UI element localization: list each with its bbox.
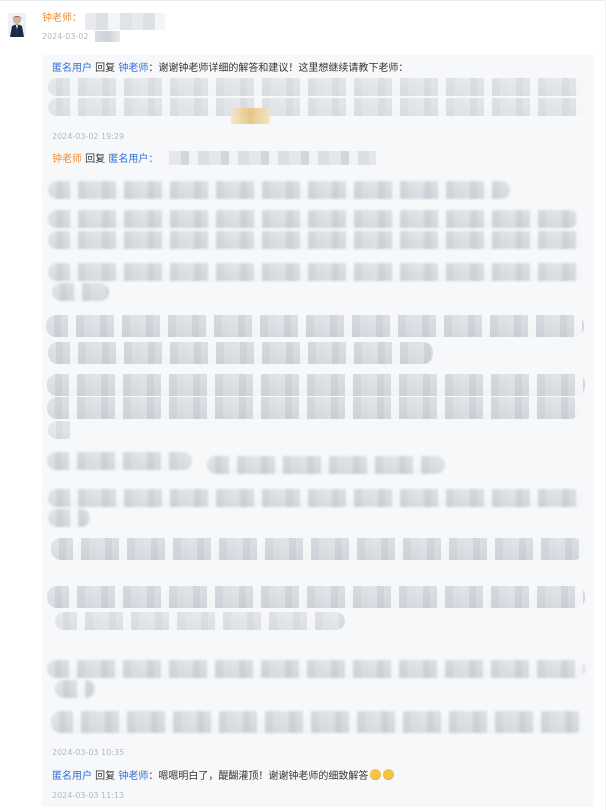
reply-verb: 回复: [92, 63, 119, 74]
redacted-text-row: [48, 421, 75, 439]
redacted-text-row: [48, 98, 584, 116]
redacted-text-row: [55, 612, 345, 630]
redacted-comment-preview: [85, 13, 165, 30]
redacted-text-row: [48, 489, 583, 507]
top-divider: [0, 0, 606, 1]
redacted-text-row: [48, 210, 578, 228]
redacted-text-row: [207, 456, 445, 474]
author-name[interactable]: 钟老师：: [42, 13, 82, 24]
redacted-text-row: [51, 538, 584, 560]
redacted-text-row: [52, 283, 109, 301]
reply-text: ：嗯嗯明白了，醍醐灌顶！谢谢钟老师的细致解答: [148, 771, 369, 782]
reply-verb: 回复: [82, 154, 109, 165]
reply-target[interactable]: 匿名用户：: [108, 154, 158, 165]
redacted-text-row: [47, 660, 585, 678]
redacted-text-row: [47, 397, 580, 419]
redacted-text-row: [47, 374, 585, 396]
reply-line-2: 钟老师 回复 匿名用户：: [52, 153, 158, 167]
reply-text: ：谢谢钟老师详细的解答和建议！这里想继续请教下老师：: [148, 63, 409, 74]
reply-author[interactable]: 匿名用户: [52, 771, 92, 782]
redacted-text-row: [48, 181, 510, 199]
reply-line-3: 匿名用户 回复 钟老师：嗯嗯明白了，醍醐灌顶！谢谢钟老师的细致解答: [52, 769, 395, 784]
redacted-text-row: [48, 231, 583, 249]
redacted-text-row: [46, 315, 584, 337]
redacted-text-row: [48, 78, 584, 96]
teacher-avatar[interactable]: [8, 13, 26, 37]
reply-date: 2024-03-03 11:13: [52, 791, 125, 800]
reply-thread: [42, 55, 594, 807]
redacted-text-row: [48, 342, 433, 364]
smile-emoji-icon: [383, 769, 395, 780]
redacted-text-row: [51, 711, 584, 733]
top-comment-author: 钟老师：: [42, 12, 82, 26]
top-comment-date: 2024-03-02: [42, 32, 89, 41]
reply-date: 2024-03-02 19:29: [52, 132, 125, 141]
reply-author[interactable]: 匿名用户: [52, 63, 92, 74]
smile-emoji-icon: [370, 769, 382, 780]
redacted-text-row: [47, 452, 192, 470]
reply-target[interactable]: 钟老师: [118, 771, 148, 782]
redacted-text-row: [47, 586, 585, 608]
reply-verb: 回复: [92, 771, 119, 782]
redacted-reply-heading: [169, 151, 376, 165]
redacted-time: [95, 31, 120, 42]
reply-author[interactable]: 钟老师: [52, 154, 82, 165]
redacted-highlight: [231, 108, 270, 124]
reply-date: 2024-03-03 10:35: [52, 748, 125, 757]
redacted-text-row: [48, 263, 583, 281]
redacted-text-row: [48, 509, 90, 527]
redacted-text-row: [55, 680, 95, 698]
reply-target[interactable]: 钟老师: [118, 63, 148, 74]
avatar-icon: [8, 13, 26, 37]
reply-line-1: 匿名用户 回复 钟老师：谢谢钟老师详细的解答和建议！这里想继续请教下老师：: [52, 62, 408, 76]
